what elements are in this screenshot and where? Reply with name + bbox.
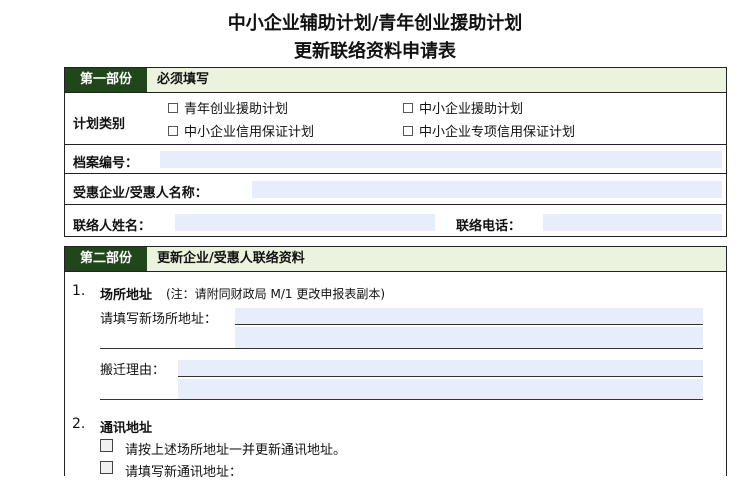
reason-field-1[interactable] bbox=[178, 360, 703, 376]
divider bbox=[65, 173, 726, 174]
new-mailing-address-label: 请填写新通讯地址： bbox=[125, 465, 243, 480]
underline bbox=[100, 348, 703, 349]
option-youth-startup[interactable]: 青年创业援助计划 bbox=[168, 98, 288, 117]
divider bbox=[65, 204, 726, 205]
underline bbox=[178, 376, 703, 377]
contact-name-label: 联络人姓名： bbox=[73, 219, 152, 234]
plan-type-label: 计划类别 bbox=[73, 117, 126, 132]
phone-label: 联络电话： bbox=[456, 219, 522, 234]
reason-field-2[interactable] bbox=[178, 379, 703, 399]
file-no-field[interactable] bbox=[160, 151, 722, 168]
company-name-field[interactable] bbox=[252, 181, 722, 198]
new-address-field-2[interactable] bbox=[235, 327, 703, 348]
option-sme-credit[interactable]: 中小企业信用保证计划 bbox=[168, 121, 314, 140]
new-mailing-address-checkbox[interactable] bbox=[100, 461, 113, 474]
item1-title: 场所地址 bbox=[100, 288, 153, 303]
part1-header: 第一部份 必须填写 bbox=[65, 68, 726, 93]
new-address-field-1[interactable] bbox=[235, 308, 703, 324]
same-address-label: 请按上述场所地址一并更新通讯地址。 bbox=[125, 443, 347, 458]
same-address-checkbox[interactable] bbox=[100, 439, 113, 452]
option-label: 中小企业专项信用保证计划 bbox=[419, 125, 576, 140]
contact-name-field[interactable] bbox=[175, 214, 435, 231]
part2-tag: 第二部份 bbox=[65, 247, 147, 271]
form-title-line1: 中小企业辅助计划/青年创业援助计划 bbox=[227, 13, 523, 34]
part1-section: 第一部份 必须填写 计划类别 青年创业援助计划 中小企业援助计划 中小企业信用保… bbox=[64, 67, 727, 237]
reason-label: 搬迁理由： bbox=[100, 363, 166, 378]
new-address-label: 请填写新场所地址： bbox=[100, 312, 218, 327]
item1-note: (注：请附同财政局 M/1 更改申报表副本) bbox=[166, 287, 386, 301]
part2-section: 第二部份 更新企业/受惠人联络资料 1. 场所地址 (注：请附同财政局 M/1 … bbox=[64, 246, 727, 480]
option-label: 中小企业信用保证计划 bbox=[184, 125, 315, 140]
checkbox-icon[interactable] bbox=[168, 125, 178, 136]
checkbox-icon[interactable] bbox=[403, 125, 413, 136]
form-title-line2: 更新联络资料申请表 bbox=[294, 41, 456, 62]
part1-label: 必须填写 bbox=[157, 72, 210, 87]
underline bbox=[100, 399, 703, 400]
option-label: 青年创业援助计划 bbox=[184, 102, 289, 117]
item1-number: 1. bbox=[72, 283, 86, 299]
checkbox-icon[interactable] bbox=[403, 102, 413, 113]
divider bbox=[65, 144, 726, 145]
option-sme-special-credit[interactable]: 中小企业专项信用保证计划 bbox=[403, 121, 575, 140]
item2-number: 2. bbox=[72, 416, 86, 432]
checkbox-icon[interactable] bbox=[168, 102, 178, 113]
company-name-label: 受惠企业/受惠人名称： bbox=[73, 186, 208, 201]
part2-header: 第二部份 更新企业/受惠人联络资料 bbox=[65, 247, 726, 272]
underline bbox=[235, 324, 703, 325]
file-no-label: 档案编号： bbox=[73, 156, 139, 171]
part2-label: 更新企业/受惠人联络资料 bbox=[157, 251, 305, 266]
phone-field[interactable] bbox=[543, 214, 722, 231]
part1-tag: 第一部份 bbox=[65, 68, 147, 92]
item2-title: 通讯地址 bbox=[100, 421, 153, 436]
option-sme-assist[interactable]: 中小企业援助计划 bbox=[403, 98, 523, 117]
option-label: 中小企业援助计划 bbox=[419, 102, 524, 117]
